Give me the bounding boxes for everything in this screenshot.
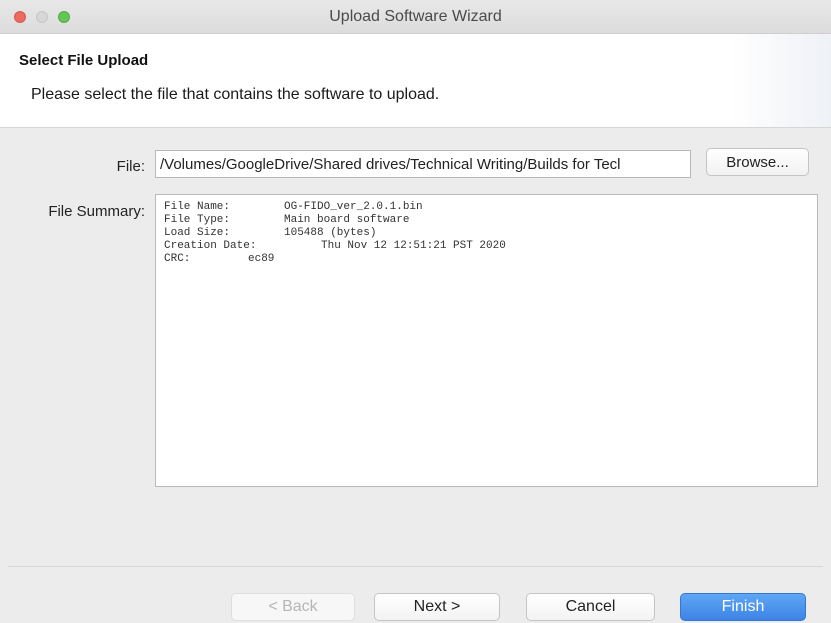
back-button[interactable]: < Back — [231, 593, 355, 621]
cancel-button[interactable]: Cancel — [526, 593, 655, 621]
finish-button[interactable]: Finish — [680, 593, 806, 621]
page-description: Please select the file that contains the… — [31, 86, 440, 103]
summary-key: File Type: — [164, 214, 231, 226]
summary-row-file-name: File Name: OG-FIDO_ver_2.0.1.bin — [164, 201, 809, 214]
file-summary-label: File Summary: — [48, 203, 145, 220]
summary-row-file-type: File Type: Main board software — [164, 214, 809, 227]
file-summary-text[interactable]: File Name: OG-FIDO_ver_2.0.1.bin File Typ… — [155, 194, 818, 487]
file-path-input[interactable] — [155, 150, 691, 178]
summary-value: ec89 — [248, 253, 275, 265]
summary-value: Thu Nov 12 12:51:21 PST 2020 — [321, 240, 506, 252]
browse-button[interactable]: Browse... — [706, 148, 809, 176]
upload-software-wizard-window: Upload Software Wizard Select File Uploa… — [0, 0, 831, 623]
page-title: Select File Upload — [19, 52, 149, 69]
summary-value: Main board software — [284, 214, 410, 226]
summary-key: Creation Date: — [164, 240, 257, 252]
summary-key: File Name: — [164, 201, 231, 213]
summary-row-creation-date: Creation Date: Thu Nov 12 12:51:21 PST 20… — [164, 240, 809, 253]
summary-key: Load Size: — [164, 227, 231, 239]
summary-row-crc: CRC: ec89 — [164, 253, 809, 266]
footer-divider — [8, 566, 823, 567]
summary-value: 105488 (bytes) — [284, 227, 377, 239]
summary-value: OG-FIDO_ver_2.0.1.bin — [284, 201, 423, 213]
wizard-header: Select File Upload Please select the fil… — [0, 34, 831, 128]
summary-key: CRC: — [164, 253, 191, 265]
title-bar: Upload Software Wizard — [0, 0, 831, 34]
summary-row-load-size: Load Size: 105488 (bytes) — [164, 227, 809, 240]
window-title: Upload Software Wizard — [329, 8, 502, 25]
file-label: File: — [116, 158, 145, 175]
next-button[interactable]: Next > — [374, 593, 500, 621]
